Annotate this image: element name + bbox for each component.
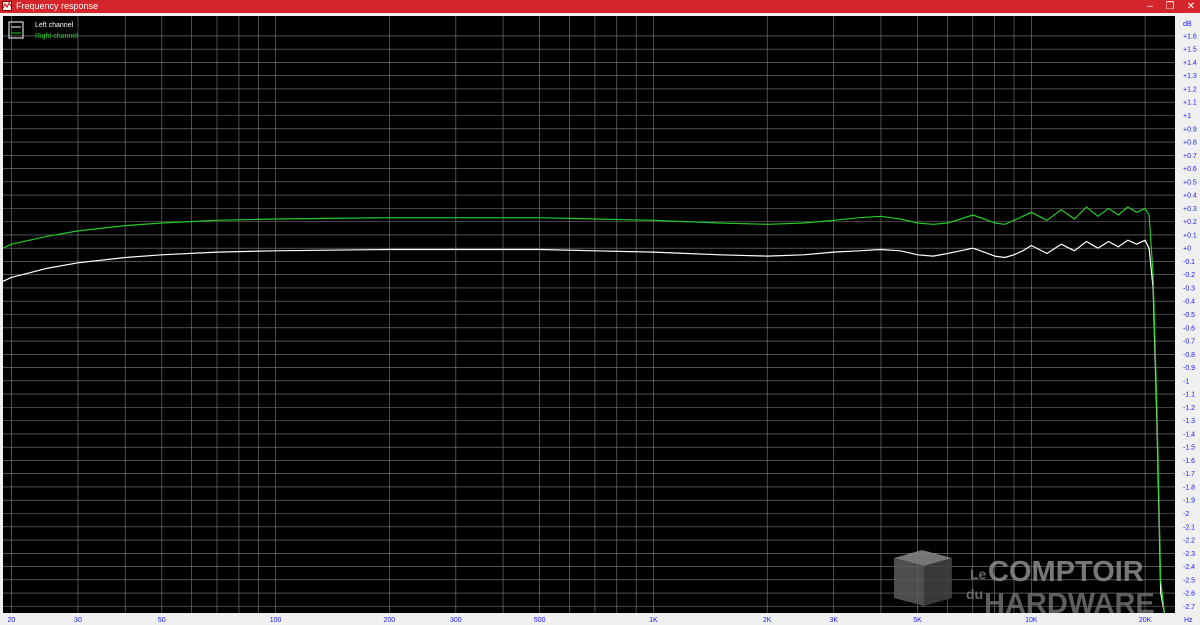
y-tick-label: -2.6	[1183, 591, 1195, 598]
y-tick-label: -0.8	[1183, 352, 1195, 359]
legend-left-channel: Left channel	[35, 22, 74, 29]
y-tick-label: +1.3	[1183, 73, 1197, 80]
y-tick-label: +0.6	[1183, 166, 1197, 173]
y-tick-label: -0.6	[1183, 325, 1195, 332]
x-tick-label: 3K	[829, 617, 838, 624]
watermark-hardware: HARDWARE	[984, 588, 1155, 620]
y-tick-label: +0	[1183, 246, 1191, 253]
title-bar: Frequency response – ❐ ✕	[0, 0, 1200, 13]
y-tick-label: -0.5	[1183, 312, 1195, 319]
y-tick-label: +1	[1183, 113, 1191, 120]
y-tick-label: -0.9	[1183, 365, 1195, 372]
watermark-du: du	[966, 586, 983, 602]
y-tick-label: -2.7	[1183, 604, 1195, 611]
y-tick-label: +0.7	[1183, 153, 1197, 160]
y-tick-label: -2.1	[1183, 524, 1195, 531]
y-tick-label: -0.1	[1183, 259, 1195, 266]
y-tick-label: -2.5	[1183, 577, 1195, 584]
maximize-button[interactable]: ❐	[1160, 0, 1180, 13]
minimize-button[interactable]: –	[1140, 0, 1160, 13]
y-tick-label: +0.2	[1183, 219, 1197, 226]
y-tick-label: -1.5	[1183, 445, 1195, 452]
audio-analyzer-app-icon	[2, 1, 12, 11]
y-tick-label: +0.8	[1183, 140, 1197, 147]
y-tick-label: +0.4	[1183, 193, 1197, 200]
y-tick-label: -1.9	[1183, 498, 1195, 505]
x-tick-label: 1K	[649, 617, 658, 624]
y-tick-label: +0.5	[1183, 179, 1197, 186]
x-tick-label: 500	[534, 617, 546, 624]
x-unit-label: Hz	[1184, 617, 1193, 624]
y-tick-label: -1.1	[1183, 392, 1195, 399]
y-tick-label: -0.4	[1183, 299, 1195, 306]
x-tick-label: 200	[383, 617, 395, 624]
x-tick-label: 20	[8, 617, 16, 624]
y-tick-label: -0.3	[1183, 285, 1195, 292]
y-tick-label: -1.7	[1183, 471, 1195, 478]
y-tick-label: +1.5	[1183, 47, 1197, 54]
y-tick-label: -1.2	[1183, 405, 1195, 412]
y-tick-label: +1.1	[1183, 100, 1197, 107]
watermark-comptoir: COMPTOIR	[988, 556, 1144, 588]
y-tick-label: +1.6	[1183, 33, 1197, 40]
y-tick-label: +0.3	[1183, 206, 1197, 213]
y-tick-label: -1.3	[1183, 418, 1195, 425]
y-tick-label: +1.2	[1183, 86, 1197, 93]
legend-right-channel: Right channel	[35, 33, 78, 40]
y-tick-label: -1.8	[1183, 484, 1195, 491]
x-tick-label: 50	[158, 617, 166, 624]
x-tick-label: 30	[74, 617, 82, 624]
y-tick-label: -2.3	[1183, 551, 1195, 558]
x-tick-label: 5K	[913, 617, 922, 624]
frequency-response-chart: 20 30 50 100 200 300 500 1K 2K 3K 5K 10K 20K +1.6+1.…	[0, 13, 1200, 625]
app-icon-graphic	[3, 2, 11, 9]
y-tick-label: -1.6	[1183, 458, 1195, 465]
y-tick-label: -0.2	[1183, 272, 1195, 279]
x-tick-label: 300	[450, 617, 462, 624]
y-tick-label: -2.2	[1183, 538, 1195, 545]
y-tick-label: +0.1	[1183, 232, 1197, 239]
close-button[interactable]: ✕	[1182, 0, 1200, 13]
y-tick-label: -1	[1183, 378, 1189, 385]
y-tick-label: -2.4	[1183, 564, 1195, 571]
window-title: Frequency response	[16, 1, 99, 11]
y-tick-label: +1.4	[1183, 60, 1197, 67]
y-tick-label: -0.7	[1183, 339, 1195, 346]
watermark-le: Le	[970, 566, 987, 582]
y-tick-label: -2	[1183, 511, 1189, 518]
y-unit-label: dB	[1183, 21, 1192, 28]
x-tick-label: 100	[270, 617, 282, 624]
cube-logo-icon	[894, 550, 952, 606]
y-tick-label: -1.4	[1183, 431, 1195, 438]
x-tick-label: 2K	[763, 617, 772, 624]
y-tick-label: +0.9	[1183, 126, 1197, 133]
